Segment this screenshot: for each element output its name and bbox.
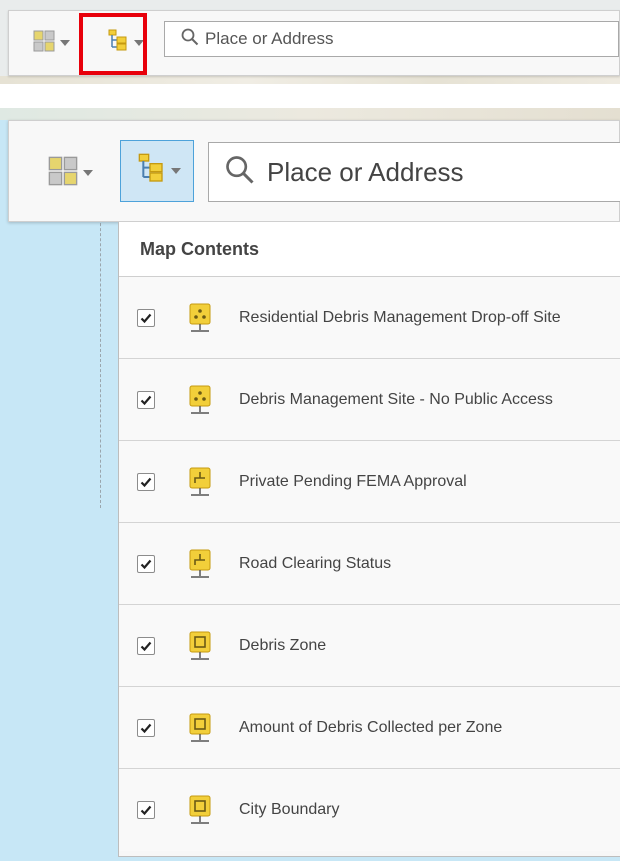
zoomed-toolbar [8, 120, 620, 222]
checkmark-icon [140, 641, 152, 651]
polygon-layer-icon [187, 630, 213, 662]
map-background [0, 108, 620, 120]
basemap-gallery-button[interactable] [31, 28, 71, 58]
layer-label: Debris Management Site - No Public Acces… [239, 390, 553, 408]
chevron-down-icon [170, 168, 181, 174]
layer-visibility-checkbox[interactable] [137, 472, 155, 491]
layer-item[interactable]: City Boundary [119, 769, 620, 851]
search-input[interactable] [267, 156, 620, 188]
search-box[interactable] [208, 142, 620, 202]
layer-item[interactable]: Residential Debris Management Drop-off S… [119, 277, 620, 359]
search-icon [181, 28, 199, 51]
layer-item[interactable]: Amount of Debris Collected per Zone [119, 687, 620, 769]
point-layer-icon [187, 384, 213, 416]
chevron-down-icon [82, 170, 93, 176]
layer-item[interactable]: Road Clearing Status [119, 523, 620, 605]
map-background [0, 76, 620, 84]
layer-label: City Boundary [239, 801, 340, 818]
layer-label: Road Clearing Status [239, 554, 392, 572]
layer-visibility-checkbox[interactable] [137, 390, 155, 409]
zoomed-map-view: Map Contents Residential Debris Manageme… [0, 108, 620, 861]
checkmark-icon [140, 477, 152, 487]
layer-label: Residential Debris Management Drop-off S… [239, 308, 561, 326]
checkmark-icon [140, 805, 152, 816]
layer-item[interactable]: Private Pending FEMA Approval [119, 441, 620, 523]
layer-label: Private Pending FEMA Approval [239, 472, 467, 490]
separator [0, 84, 620, 108]
layer-item[interactable]: Debris Zone [119, 605, 620, 687]
layer-visibility-checkbox[interactable] [137, 554, 155, 573]
basemap-grid-icon [33, 30, 55, 57]
layer-visibility-checkbox[interactable] [137, 308, 155, 327]
layer-visibility-checkbox[interactable] [137, 718, 155, 737]
basemap-gallery-button[interactable] [33, 145, 107, 201]
line-layer-icon [187, 466, 213, 498]
layer-item[interactable]: Debris Management Site - No Public Acces… [119, 359, 620, 441]
map-contents-button[interactable] [120, 140, 194, 202]
line-layer-icon [187, 548, 213, 580]
basemap-grid-icon [48, 156, 78, 191]
search-icon [225, 155, 255, 190]
layer-label: Amount of Debris Collected per Zone [239, 718, 503, 736]
checkmark-icon [140, 723, 152, 733]
layer-tree-icon [134, 153, 166, 190]
layer-visibility-checkbox[interactable] [137, 636, 155, 655]
chevron-down-icon [59, 40, 70, 46]
polygon-layer-icon [187, 794, 213, 826]
highlight-annotation [79, 13, 147, 75]
polygon-layer-icon [187, 712, 213, 744]
checkmark-icon [140, 395, 152, 405]
point-layer-icon [187, 302, 213, 334]
layer-visibility-checkbox[interactable] [137, 801, 155, 819]
search-input[interactable] [205, 29, 585, 49]
top-toolbar-view [0, 0, 620, 84]
search-box[interactable] [164, 21, 619, 57]
panel-title: Map Contents [119, 222, 620, 277]
map-contents-panel: Map Contents Residential Debris Manageme… [118, 222, 620, 857]
layer-label: Debris Zone [239, 636, 327, 654]
checkmark-icon [140, 559, 152, 569]
checkmark-icon [140, 313, 152, 323]
